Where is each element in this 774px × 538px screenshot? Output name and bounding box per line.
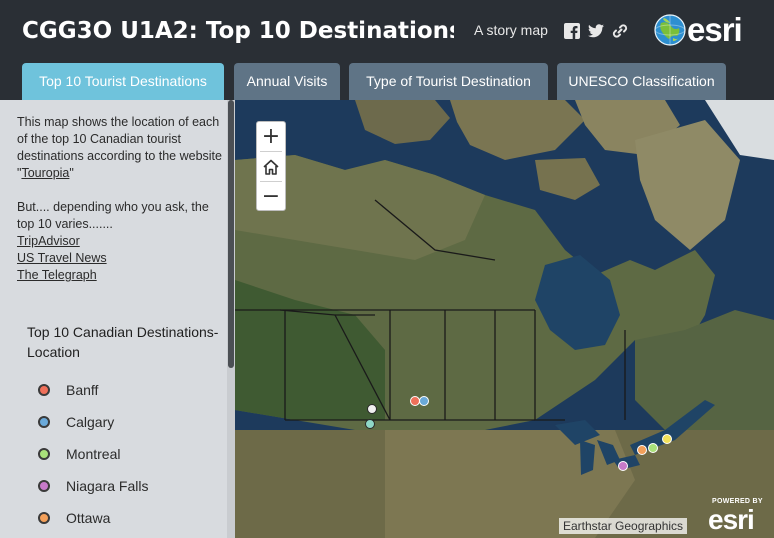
ottawa-marker-icon (38, 512, 50, 524)
montreal-marker-icon (38, 448, 50, 460)
the-telegraph-link[interactable]: The Telegraph (17, 267, 222, 284)
powered-by-esri-logo[interactable]: esri (708, 505, 755, 535)
zoom-in-button[interactable]: + (257, 122, 285, 151)
map-marker-calgary[interactable] (419, 396, 429, 406)
legend-label: Ottawa (66, 510, 111, 526)
story-map-app: CGG3O U1A2: Top 10 Destinations in Canad… (0, 0, 774, 538)
story-map-subtitle: A story map (474, 22, 548, 38)
intro-paragraph: This map shows the location of each of t… (17, 114, 222, 182)
link-icon[interactable] (611, 22, 629, 40)
legend-title: Top 10 Canadian Destinations- Location (27, 324, 219, 360)
legend-label: Calgary (66, 414, 115, 430)
map-marker-vancouver[interactable] (367, 404, 377, 414)
but-paragraph: But.... depending who you ask, the top 1… (17, 200, 209, 231)
page-title: CGG3O U1A2: Top 10 Destinations in Canad… (22, 18, 454, 44)
legend-label: Montreal (66, 446, 121, 462)
intro-text-end: " (69, 166, 74, 180)
touropia-link[interactable]: Touropia (21, 166, 69, 180)
legend-label: Niagara Falls (66, 478, 149, 494)
tab-top-10-tourist-destinations[interactable]: Top 10 Tourist Destinations (22, 63, 224, 100)
tab-annual-visits[interactable]: Annual Visits (234, 63, 340, 100)
banff-marker-icon (38, 384, 50, 396)
us-travel-news-link[interactable]: US Travel News (17, 250, 222, 267)
twitter-icon[interactable] (587, 22, 605, 40)
home-icon (263, 159, 279, 175)
header-bar: CGG3O U1A2: Top 10 Destinations in Canad… (0, 0, 774, 60)
tripadvisor-link[interactable]: TripAdvisor (17, 233, 222, 250)
esri-logo[interactable]: esri (654, 10, 754, 50)
panel-scrollbar-thumb[interactable] (228, 100, 234, 368)
map-marker-quebec-city[interactable] (662, 434, 672, 444)
map-marker-niagara-falls[interactable] (618, 461, 628, 471)
satellite-basemap[interactable] (235, 100, 774, 538)
map-attribution: Earthstar Geographics (559, 518, 688, 534)
tab-bar: Top 10 Tourist Destinations Annual Visit… (0, 60, 774, 100)
map-view[interactable] (235, 100, 774, 538)
map-marker-ottawa[interactable] (637, 445, 647, 455)
map-marker-victoria[interactable] (365, 419, 375, 429)
calgary-marker-icon (38, 416, 50, 428)
panel-description: This map shows the location of each of t… (17, 114, 222, 284)
globe-icon (654, 14, 686, 46)
zoom-out-button[interactable]: − (257, 182, 285, 211)
esri-logo-text: esri (687, 11, 743, 48)
tab-type-of-tourist-destination[interactable]: Type of Tourist Destination (349, 63, 548, 100)
niagara-falls-marker-icon (38, 480, 50, 492)
tab-unesco-classification[interactable]: UNESCO Classification (557, 63, 726, 100)
zoom-controls: + − (256, 121, 286, 211)
map-marker-montreal[interactable] (648, 443, 658, 453)
home-button[interactable] (257, 152, 285, 181)
facebook-icon[interactable] (563, 22, 581, 40)
legend-label: Banff (66, 382, 99, 398)
